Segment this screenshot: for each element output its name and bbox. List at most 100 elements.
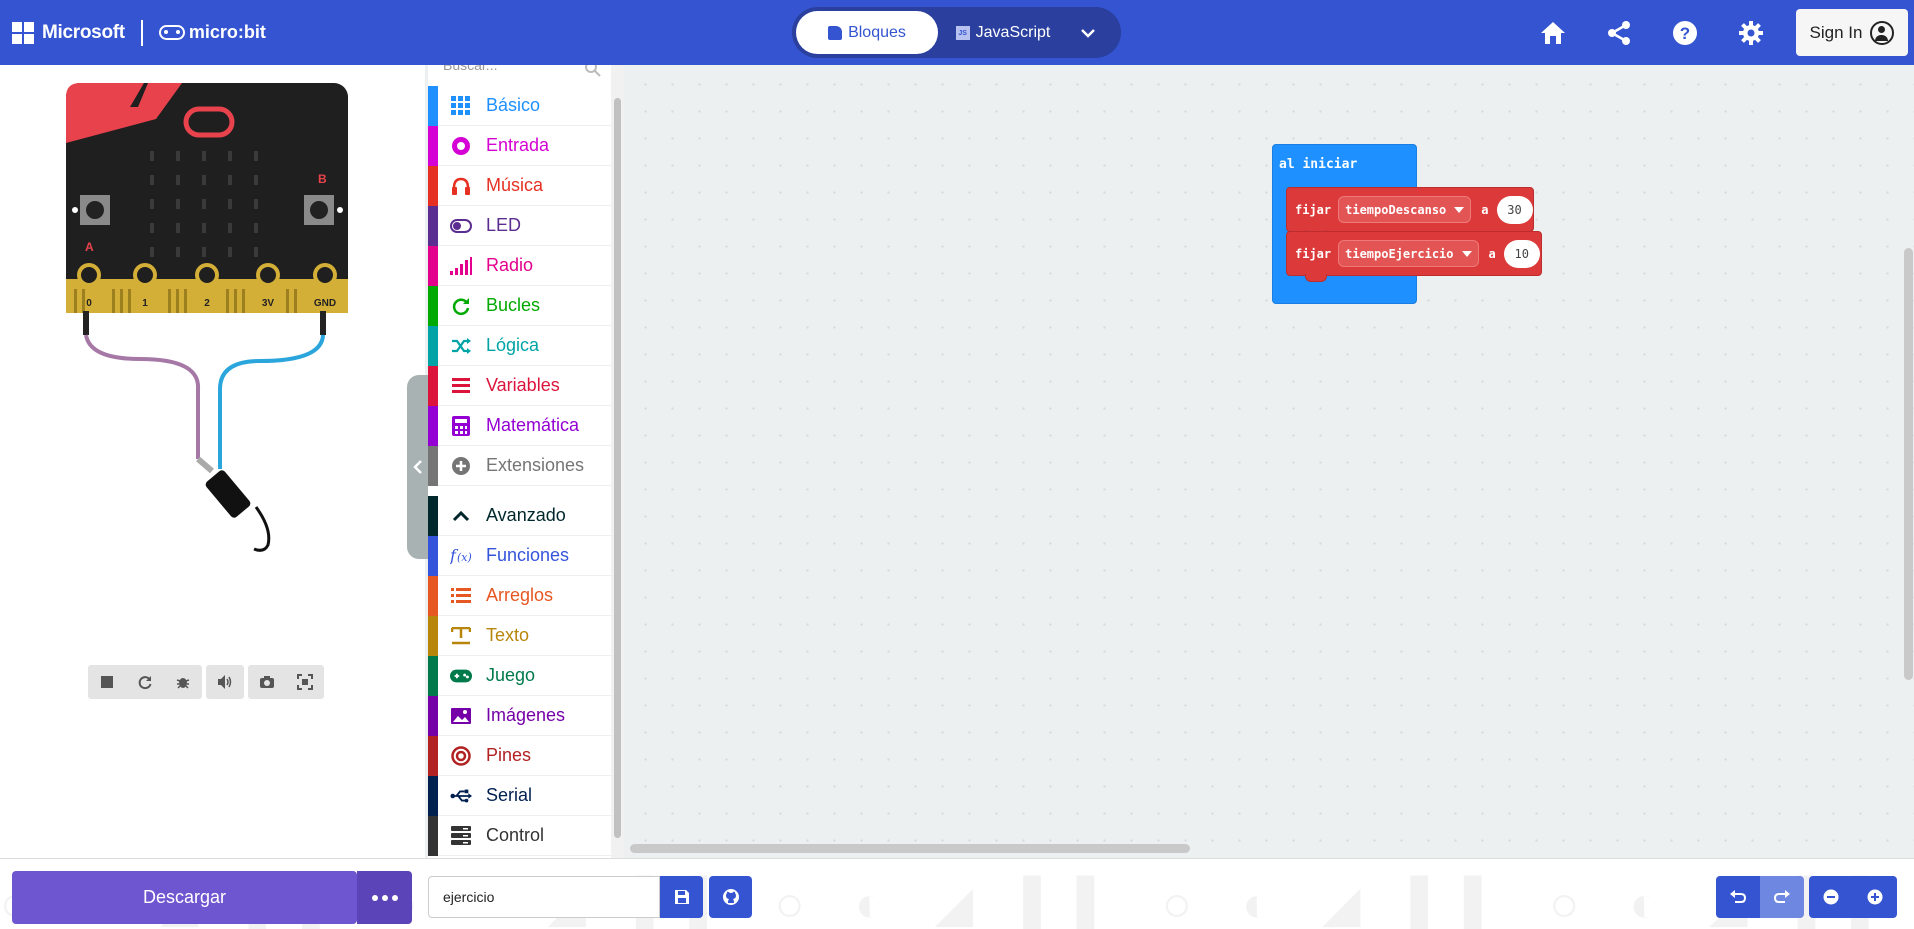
on-start-label: al iniciar [1279,157,1358,172]
category-radio[interactable]: Radio [428,245,611,286]
javascript-mode-button[interactable]: JS JavaScript [938,11,1068,54]
zoom-in-icon [1867,889,1883,905]
headphone-cable [83,311,326,552]
category-label: Extensiones [486,455,585,475]
help-button[interactable]: ? [1652,0,1718,65]
mute-button[interactable] [206,665,244,699]
set-variable-block[interactable]: fijar tiempoDescanso a 30 [1286,187,1534,238]
pin-gnd[interactable] [313,263,337,287]
category-led[interactable]: LED [428,205,611,246]
toolbox-scrollbar[interactable] [611,65,624,858]
microbit-logo[interactable]: micro:bit [158,22,266,43]
pin-3v[interactable] [256,263,280,287]
pin-label-0: 0 [86,298,92,309]
shuffle-icon [452,337,471,354]
github-button[interactable] [709,876,752,918]
download-label: Descargar [142,887,227,907]
svg-text:?: ? [1680,24,1690,43]
blocks-mode-label: Bloques [848,23,906,41]
category-label: Arreglos [486,585,554,605]
save-button[interactable] [660,876,703,918]
zoom-group [1809,876,1897,918]
category-entrada[interactable]: Entrada [428,125,611,166]
usb-icon [450,789,472,802]
category-avanzado[interactable]: Avanzado [428,495,611,536]
category-label: Lógica [486,335,540,355]
home-button[interactable] [1520,0,1586,65]
blocks-workspace[interactable] [624,65,1914,858]
category-imagenes[interactable]: Imágenes [428,695,611,736]
undo-redo-group [1716,876,1804,918]
category-label: Juego [486,665,536,685]
value-input[interactable]: 10 [1503,239,1540,268]
category-label: Matemática [486,415,580,435]
category-control[interactable]: Control [428,815,611,856]
category-arreglos[interactable]: Arreglos [428,575,611,616]
value-input[interactable]: 30 [1496,195,1533,224]
category-variables[interactable]: Variables [428,365,611,406]
microsoft-logo-icon [12,21,34,44]
category-texto[interactable]: Texto [428,615,611,656]
undo-button[interactable] [1716,876,1760,918]
button-b[interactable] [304,195,334,225]
project-name-input[interactable]: ejercicio [428,876,660,918]
workspace-vertical-scrollbar[interactable] [1904,248,1913,680]
refresh-icon [138,676,152,690]
pin-2[interactable] [195,263,219,287]
sign-in-button[interactable]: Sign In [1796,9,1908,56]
screenshot-button[interactable] [248,665,286,699]
set-variable-block[interactable]: fijar tiempoEjercicio a 10 [1286,231,1542,282]
redo-icon [1773,890,1790,903]
share-icon [1608,20,1630,45]
pin-0[interactable] [77,263,101,287]
save-icon [674,890,689,904]
toolbox-scrollbar-thumb[interactable] [614,98,621,838]
zoom-in-button[interactable] [1853,876,1897,918]
category-pines[interactable]: Pines [428,735,611,776]
bug-icon [176,678,190,689]
variable-name: tiempoDescanso [1345,202,1447,217]
home-icon [1541,21,1565,44]
category-serial[interactable]: Serial [428,775,611,816]
category-basico[interactable]: Básico [428,85,611,126]
settings-button[interactable] [1718,0,1784,65]
variable-dropdown[interactable]: tiempoDescanso [1338,196,1472,223]
share-button[interactable] [1586,0,1652,65]
category-label: Música [486,175,544,195]
stop-button[interactable] [88,665,126,699]
set-keyword: fijar [1295,202,1332,217]
category-juego[interactable]: Juego [428,655,611,696]
debug-button[interactable] [164,665,202,699]
redo-button[interactable] [1760,876,1804,918]
button-b-label: B [318,172,327,186]
microbit-board[interactable]: A B 0 1 2 3V GND [60,79,360,579]
category-matematica[interactable]: Matemática [428,405,611,446]
pin-1[interactable] [133,263,157,287]
workspace-horizontal-scrollbar[interactable] [630,844,1190,853]
blocks-mode-button[interactable]: Bloques [796,11,938,54]
download-options-button[interactable] [357,871,412,924]
category-logica[interactable]: Lógica [428,325,611,366]
category-extensiones[interactable]: Extensiones [428,445,611,486]
toolbox-search-input[interactable]: Buscar... [443,65,497,73]
variable-dropdown[interactable]: tiempoEjercicio [1338,240,1479,267]
category-label: Básico [486,95,541,115]
chevron-down-icon [1081,28,1095,38]
toolbox-category-list: Básico Entrada Música LED Radio Bucles L… [428,85,611,856]
language-dropdown-button[interactable] [1068,11,1108,54]
download-button[interactable]: Descargar [12,871,357,924]
category-musica[interactable]: Música [428,165,611,206]
zoom-out-button[interactable] [1809,876,1853,918]
fullscreen-button[interactable] [286,665,324,699]
collapse-simulator-button[interactable] [407,375,429,559]
category-label: Imágenes [486,705,566,725]
set-to-label: a [1488,246,1496,261]
bullseye-icon [451,745,471,766]
button-a[interactable] [80,195,110,225]
category-funciones[interactable]: f (x) Funciones [428,535,611,576]
gear-icon [1739,20,1763,45]
category-label: Radio [486,255,534,275]
category-label: Control [486,825,545,845]
restart-button[interactable] [126,665,164,699]
category-bucles[interactable]: Bucles [428,285,611,326]
